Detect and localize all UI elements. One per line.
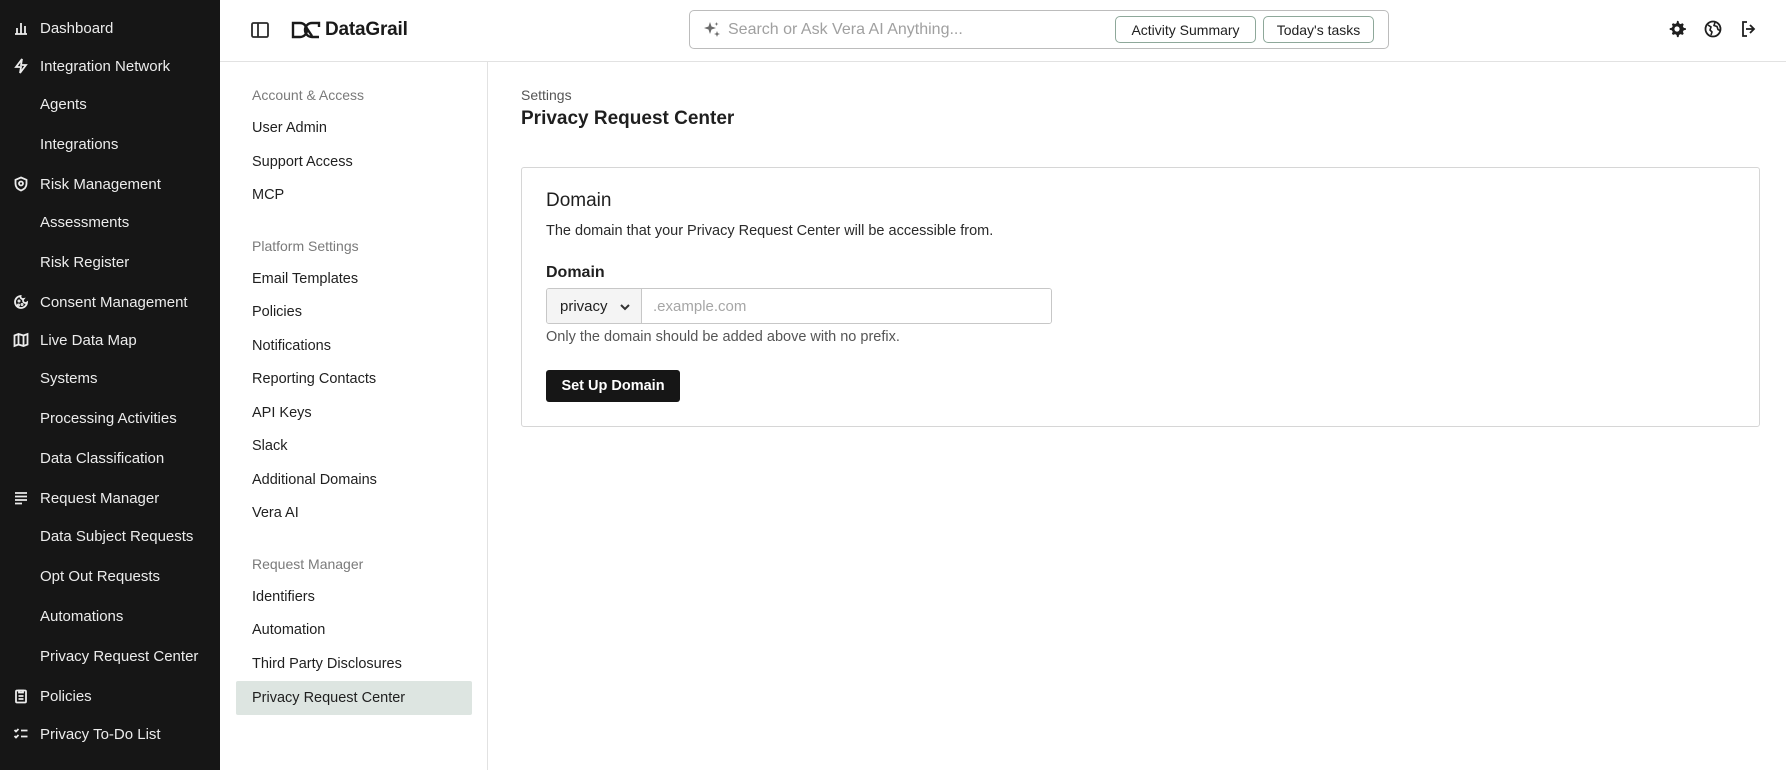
settings-sidebar: Account & Access User Admin Support Acce…	[220, 62, 488, 770]
settings-item-mcp[interactable]: MCP	[236, 178, 472, 212]
settings-section-heading: Platform Settings	[252, 238, 359, 254]
settings-item-reporting-contacts[interactable]: Reporting Contacts	[236, 362, 472, 396]
set-up-domain-button[interactable]: Set Up Domain	[546, 370, 680, 402]
settings-item-notifications[interactable]: Notifications	[236, 329, 472, 363]
settings-item-api-keys[interactable]: API Keys	[236, 396, 472, 430]
nav-item-label: Privacy Request Center	[40, 647, 199, 665]
nav-item-automations[interactable]: Automations	[0, 598, 220, 634]
nav-item-risk-register[interactable]: Risk Register	[0, 244, 220, 280]
nav-item-policies[interactable]: Policies	[0, 678, 220, 714]
chevron-down-icon	[619, 300, 631, 312]
nav-item-label: Systems	[40, 369, 98, 387]
datagrail-logo[interactable]: DataGrail	[291, 17, 408, 43]
bolt-icon	[13, 58, 29, 74]
nav-item-label: Agents	[40, 95, 87, 113]
settings-item-vera-ai[interactable]: Vera AI	[236, 496, 472, 530]
nav-item-request-manager[interactable]: Request Manager	[0, 480, 220, 516]
cookie-icon	[13, 294, 29, 310]
nav-item-label: Consent Management	[40, 293, 188, 311]
todays-tasks-button[interactable]: Today's tasks	[1263, 16, 1374, 43]
settings-item-slack[interactable]: Slack	[236, 429, 472, 463]
nav-item-label: Integration Network	[40, 57, 171, 75]
nav-item-assessments[interactable]: Assessments	[0, 204, 220, 240]
checklist-icon	[13, 726, 29, 742]
domain-input[interactable]	[642, 289, 1051, 323]
sidebar-toggle-icon[interactable]	[250, 20, 270, 40]
search-input[interactable]	[728, 17, 1118, 42]
domain-field-label: Domain	[546, 264, 605, 281]
prefix-value: privacy	[560, 297, 608, 315]
activity-summary-button[interactable]: Activity Summary	[1115, 16, 1256, 43]
nav-item-data-classification[interactable]: Data Classification	[0, 440, 220, 476]
nav-item-processing-activities[interactable]: Processing Activities	[0, 400, 220, 436]
settings-item-third-party-disclosures[interactable]: Third Party Disclosures	[236, 647, 472, 681]
nav-item-label: Opt Out Requests	[40, 567, 161, 585]
settings-section-heading: Account & Access	[252, 87, 365, 103]
nav-item-consent-management[interactable]: Consent Management	[0, 284, 220, 320]
nav-item-live-data-map[interactable]: Live Data Map	[0, 322, 220, 358]
logo-text: DataGrail	[325, 19, 408, 40]
globe-icon[interactable]	[1703, 19, 1723, 39]
nav-item-label: Processing Activities	[40, 409, 177, 427]
domain-help-text: Only the domain should be added above wi…	[546, 329, 900, 345]
nav-item-label: Risk Register	[40, 253, 130, 271]
nav-item-label: Automations	[40, 607, 124, 625]
nav-item-label: Data Classification	[40, 449, 165, 467]
list-lines-icon	[13, 490, 29, 506]
datagrail-logo-mark-icon	[291, 21, 321, 39]
nav-item-systems[interactable]: Systems	[0, 360, 220, 396]
nav-item-opt-out-requests[interactable]: Opt Out Requests	[0, 558, 220, 594]
card-title: Domain	[546, 190, 612, 211]
subdomain-prefix-select[interactable]: privacy	[547, 289, 642, 323]
settings-item-identifiers[interactable]: Identifiers	[236, 580, 472, 614]
nav-item-label: Assessments	[40, 213, 130, 231]
nav-item-label: Request Manager	[40, 489, 160, 507]
nav-item-integrations[interactable]: Integrations	[0, 126, 220, 162]
settings-item-automation[interactable]: Automation	[236, 613, 472, 647]
breadcrumb[interactable]: Settings	[521, 87, 572, 103]
card-description: The domain that your Privacy Request Cen…	[546, 223, 994, 239]
logout-icon[interactable]	[1739, 19, 1759, 39]
settings-item-policies[interactable]: Policies	[236, 295, 472, 329]
gear-icon[interactable]	[1667, 19, 1687, 39]
nav-item-label: Risk Management	[40, 175, 161, 193]
nav-item-label: Dashboard	[40, 19, 114, 37]
nav-item-label: Live Data Map	[40, 331, 137, 349]
nav-item-data-subject-requests[interactable]: Data Subject Requests	[0, 518, 220, 554]
sparkle-icon	[703, 21, 721, 39]
risk-shield-icon	[13, 176, 29, 192]
settings-item-privacy-request-center[interactable]: Privacy Request Center	[236, 681, 472, 715]
nav-item-agents[interactable]: Agents	[0, 86, 220, 122]
page-title: Privacy Request Center	[521, 108, 735, 129]
domain-card: Domain The domain that your Privacy Requ…	[521, 167, 1760, 427]
nav-item-privacy-to-do-list[interactable]: Privacy To-Do List	[0, 716, 220, 752]
map-icon	[13, 332, 29, 348]
settings-item-email-templates[interactable]: Email Templates	[236, 262, 472, 296]
settings-item-support-access[interactable]: Support Access	[236, 145, 472, 179]
nav-item-label: Privacy To-Do List	[40, 725, 161, 743]
nav-item-label: Integrations	[40, 135, 119, 153]
nav-item-integration-network[interactable]: Integration Network	[0, 48, 220, 84]
chart-bar-icon	[13, 20, 29, 36]
nav-item-label: Policies	[40, 687, 92, 705]
nav-item-risk-management[interactable]: Risk Management	[0, 166, 220, 202]
nav-item-privacy-request-center[interactable]: Privacy Request Center	[0, 638, 220, 674]
nav-item-label: Data Subject Requests	[40, 527, 194, 545]
search-bar: Activity Summary Today's tasks	[689, 10, 1389, 49]
clipboard-icon	[13, 688, 29, 704]
settings-item-user-admin[interactable]: User Admin	[236, 111, 472, 145]
domain-input-group: privacy	[546, 288, 1052, 324]
top-bar: DataGrail Activity Summary Today's tasks	[220, 0, 1786, 62]
nav-item-dashboard[interactable]: Dashboard	[0, 10, 220, 46]
settings-item-additional-domains[interactable]: Additional Domains	[236, 463, 472, 497]
main-nav: Dashboard Integration Network Agents Int…	[0, 0, 220, 770]
settings-section-heading: Request Manager	[252, 556, 364, 572]
